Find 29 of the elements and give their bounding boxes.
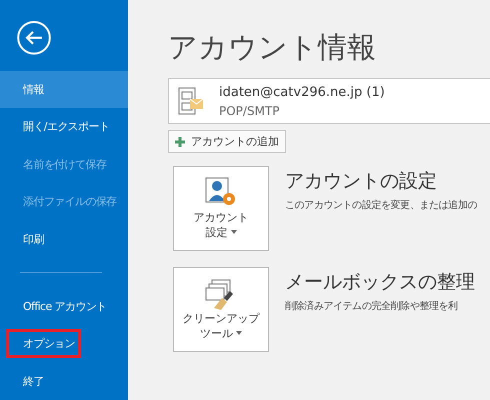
sidebar-item[interactable]: 印刷 — [0, 220, 128, 258]
plus-icon — [175, 136, 185, 146]
page-title: アカウント情報 — [168, 29, 377, 66]
sidebar-item-label: 終了 — [22, 374, 45, 390]
section-description: 削除済みアイテムの完全削除や整理を利 — [285, 300, 459, 313]
sidebar-item[interactable]: 情報 — [0, 70, 128, 108]
sidebar-item-label: 名前を付けて保存 — [22, 156, 108, 173]
settings-button[interactable]: アカウント 設定 — [173, 166, 269, 251]
caret-icon — [236, 330, 242, 334]
highlight-frame: オプション — [6, 329, 82, 358]
section-title: アカウントの設定 — [285, 169, 438, 194]
caret-icon — [230, 230, 237, 234]
sidebar-item[interactable]: 終了 — [0, 362, 128, 400]
add-account-button[interactable]: アカウントの追加 — [168, 130, 286, 153]
account-selector[interactable]: idaten@catv296.ne.jp (1) POP/SMTP — [168, 78, 490, 124]
section-description: このアカウントの設定を変更、または追加の — [285, 198, 478, 212]
sidebar-item[interactable]: Office アカウント — [0, 287, 128, 325]
sidebar-item[interactable]: オプション — [0, 324, 128, 362]
account-type: POP/SMTP — [219, 104, 280, 118]
sidebar-item-label: 情報 — [22, 82, 45, 98]
section-title: メールボックスの整理 — [285, 270, 475, 295]
sidebar-item-label: 添付ファイルの保存 — [22, 194, 118, 210]
sidebar-item-label: 開く/エクスポート — [22, 119, 110, 136]
sidebar-item-label: 印刷 — [22, 232, 45, 248]
sidebar-item-label: Office アカウント — [22, 298, 108, 315]
account-address: idaten@catv296.ne.jp (1) — [219, 84, 385, 100]
cabinet-envelope-icon — [177, 86, 205, 116]
cleanup-button[interactable]: クリーンアップ ツール — [173, 267, 269, 352]
sidebar-item[interactable]: 開く/エクスポート — [0, 108, 128, 146]
